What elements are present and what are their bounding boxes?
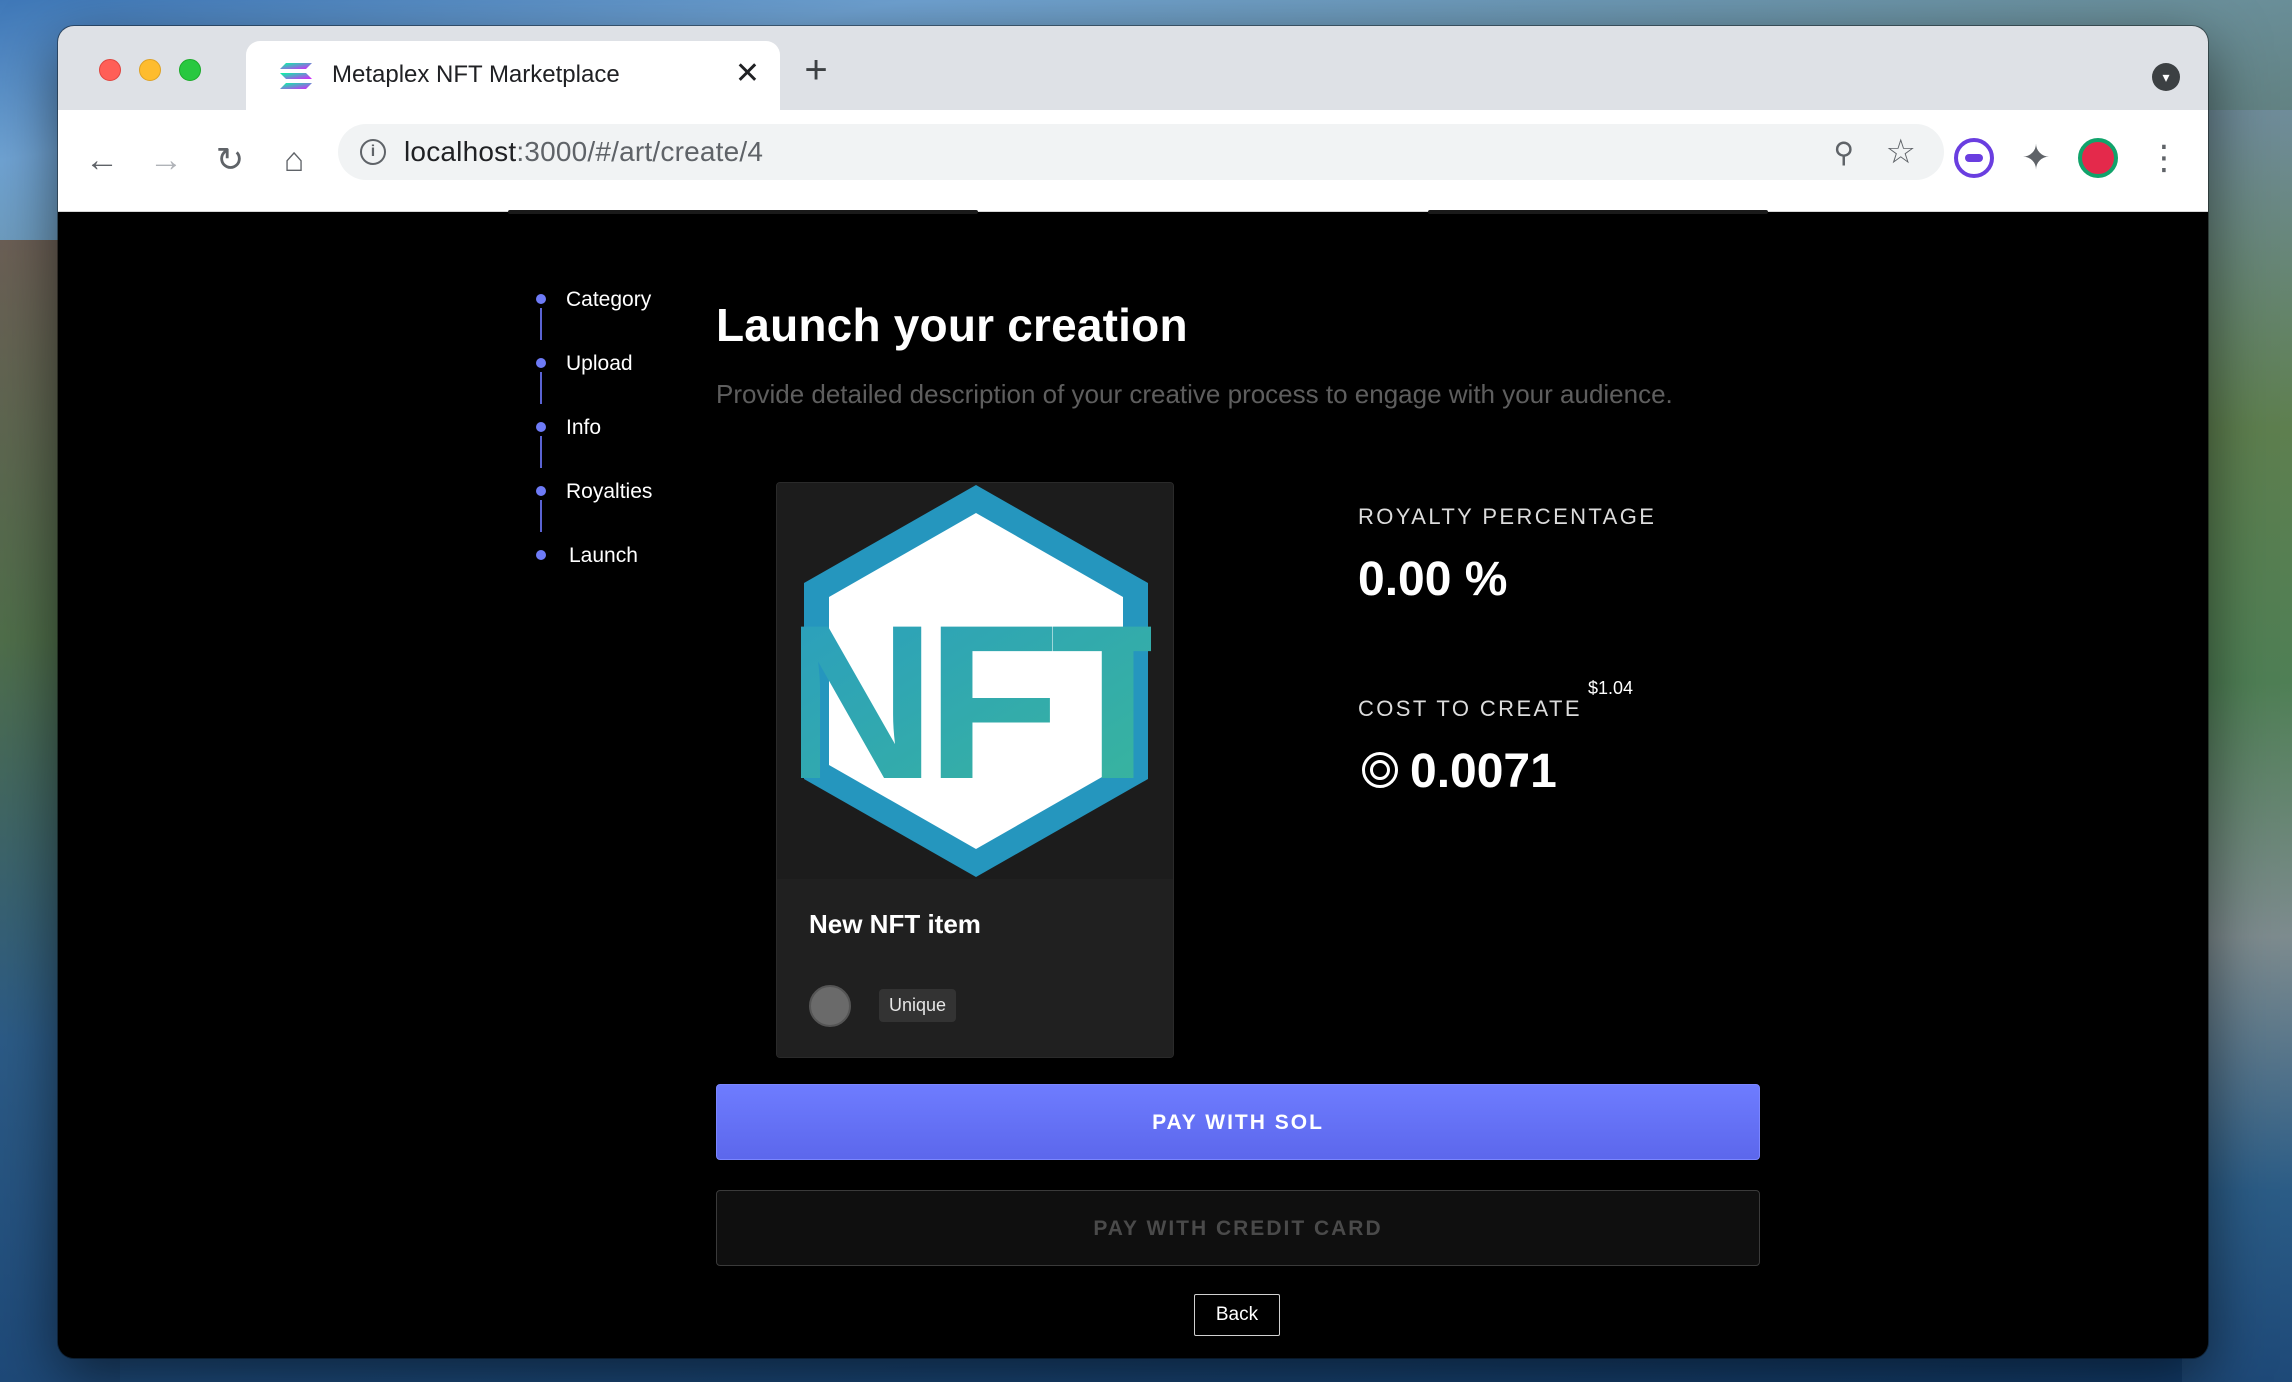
- royalty-value: 0.00 %: [1358, 553, 1508, 606]
- scrolled-header-edge: [508, 210, 978, 214]
- page-content: Category Upload Info Royalties Launch La…: [58, 210, 2208, 1358]
- home-icon[interactable]: ⌂: [272, 138, 316, 182]
- cost-usd: $1.04: [1588, 678, 1634, 698]
- creator-avatar: [809, 985, 851, 1027]
- step-dot: [536, 550, 546, 560]
- sol-currency-icon: [1362, 752, 1398, 788]
- royalty-label: ROYALTY PERCENTAGE: [1358, 504, 1657, 529]
- maximize-window-button[interactable]: [179, 59, 201, 81]
- browser-tab[interactable]: Metaplex NFT Marketplace ✕: [246, 41, 780, 110]
- forward-arrow-icon[interactable]: →: [144, 138, 188, 182]
- pay-with-sol-button[interactable]: PAY WITH SOL: [716, 1084, 1760, 1160]
- step-label: Launch: [569, 544, 638, 567]
- address-bar[interactable]: i localhost:3000/#/art/create/4 ⚲ ☆: [338, 124, 1944, 180]
- browser-toolbar: ← → ↻ ⌂ i localhost:3000/#/art/create/4 …: [58, 110, 2208, 212]
- nft-hexagon-logo: NFT: [801, 485, 1151, 877]
- step-connector: [540, 308, 542, 340]
- card-body: New NFT item Unique: [777, 879, 1173, 1057]
- back-arrow-icon[interactable]: ←: [80, 138, 124, 182]
- reload-icon[interactable]: ↻: [208, 138, 252, 182]
- nft-title: New NFT item: [809, 909, 981, 939]
- step-dot: [536, 422, 546, 432]
- step-connector: [540, 436, 542, 468]
- profile-avatar-icon[interactable]: [2078, 138, 2118, 178]
- back-button[interactable]: Back: [1194, 1294, 1280, 1336]
- nft-artwork: NFT: [777, 483, 1173, 879]
- solana-favicon-icon: [280, 63, 312, 89]
- browser-window: Metaplex NFT Marketplace ✕ + ▾ ← → ↻ ⌂ i…: [58, 26, 2208, 1358]
- url-text[interactable]: localhost:3000/#/art/create/4: [404, 136, 763, 168]
- cost-label: COST TO CREATE: [1358, 696, 1582, 721]
- step-connector: [540, 500, 542, 532]
- close-tab-icon[interactable]: ✕: [735, 59, 760, 89]
- step-connector: [540, 372, 542, 404]
- tab-title: Metaplex NFT Marketplace: [332, 61, 620, 88]
- step-label: Royalties: [566, 480, 653, 503]
- site-info-icon[interactable]: i: [360, 139, 386, 165]
- pay-with-credit-card-button[interactable]: PAY WITH CREDIT CARD: [716, 1190, 1760, 1266]
- close-window-button[interactable]: [99, 59, 121, 81]
- url-path: :3000/#/art/create/4: [516, 136, 764, 167]
- wallet-extension-icon[interactable]: [1954, 138, 1994, 178]
- step-label: Category: [566, 288, 652, 311]
- cost-value: 0.0071: [1410, 745, 1557, 798]
- extensions-puzzle-icon[interactable]: ✦: [2016, 138, 2056, 178]
- step-label: Upload: [566, 352, 633, 375]
- scrolled-header-edge: [1428, 210, 1768, 214]
- edition-badge: Unique: [879, 989, 957, 1022]
- step-dot: [536, 486, 546, 496]
- step-dot: [536, 294, 546, 304]
- zoom-icon[interactable]: ⚲: [1833, 136, 1854, 169]
- step-label: Info: [566, 416, 602, 439]
- new-tab-icon[interactable]: +: [786, 50, 846, 90]
- step-dot: [536, 358, 546, 368]
- bookmark-star-icon[interactable]: ☆: [1886, 132, 1916, 172]
- minimize-window-button[interactable]: [139, 59, 161, 81]
- browser-menu-icon[interactable]: ⋮: [2144, 138, 2184, 178]
- nft-art-text: NFT: [801, 579, 1151, 825]
- page-title: Launch your creation: [716, 299, 1188, 351]
- url-host: localhost: [404, 136, 517, 167]
- tab-strip: Metaplex NFT Marketplace ✕ + ▾: [58, 26, 2208, 110]
- page-subtitle: Provide detailed description of your cre…: [716, 379, 1673, 409]
- nft-preview-card: NFT New NFT item Unique: [776, 482, 1174, 1058]
- tab-search-icon[interactable]: ▾: [2152, 63, 2180, 91]
